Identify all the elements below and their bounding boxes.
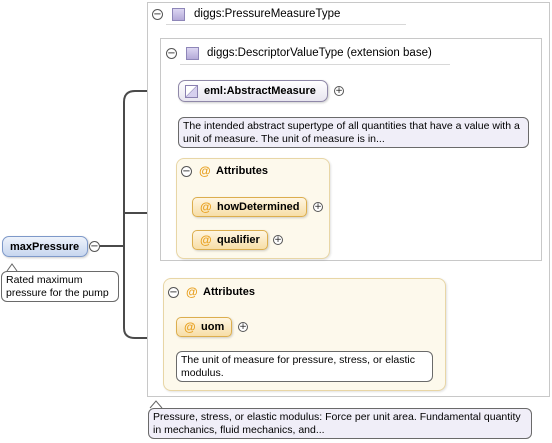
descriptor-value-type-title: diggs:DescriptorValueType (extension bas… bbox=[207, 47, 432, 59]
collapse-pressure-measure-type-toggle[interactable]: − bbox=[152, 9, 163, 20]
max-pressure-doc: Rated maximum pressure for the pump bbox=[1, 271, 119, 302]
pressure-measure-type-title: diggs:PressureMeasureType bbox=[194, 8, 341, 20]
qualifier-label: qualifier bbox=[217, 234, 260, 246]
max-pressure-label: maxPressure bbox=[10, 241, 80, 253]
pressure-measure-type-doc: Pressure, stress, or elastic modulus: Fo… bbox=[148, 408, 532, 439]
abstract-element-icon bbox=[185, 85, 198, 98]
extension-base-type-icon bbox=[186, 47, 199, 60]
uom-doc: The unit of measure for pressure, stress… bbox=[176, 351, 433, 382]
abstract-measure-label: eml:AbstractMeasure bbox=[204, 85, 316, 97]
inner-attributes-header: Attributes bbox=[216, 165, 268, 177]
expand-qualifier-toggle[interactable]: + bbox=[273, 235, 283, 245]
collapse-inner-attributes-toggle[interactable]: − bbox=[181, 166, 192, 177]
qualifier-attribute[interactable]: @ qualifier bbox=[192, 230, 268, 250]
collapse-descriptor-value-type-toggle[interactable]: − bbox=[166, 48, 177, 59]
pressure-measure-type-title-rule bbox=[166, 24, 406, 25]
inner-attributes-at-icon: @ bbox=[199, 164, 211, 178]
how-determined-attribute[interactable]: @ howDetermined bbox=[192, 197, 307, 217]
uom-label: uom bbox=[201, 321, 225, 333]
type-doc-pointer bbox=[149, 400, 163, 409]
abstract-measure-doc: The intended abstract supertype of all q… bbox=[178, 117, 529, 148]
outer-attributes-header: Attributes bbox=[203, 286, 255, 298]
collapse-outer-attributes-toggle[interactable]: − bbox=[168, 287, 179, 298]
uom-attribute[interactable]: @ uom bbox=[176, 317, 232, 337]
uom-at-icon: @ bbox=[184, 320, 196, 334]
collapse-max-pressure-toggle[interactable]: − bbox=[89, 241, 100, 252]
outer-attributes-at-icon: @ bbox=[186, 285, 198, 299]
abstract-measure-element[interactable]: eml:AbstractMeasure bbox=[178, 80, 328, 102]
qualifier-at-icon: @ bbox=[200, 233, 212, 247]
expand-how-determined-toggle[interactable]: + bbox=[313, 202, 323, 212]
descriptor-value-type-title-rule bbox=[180, 64, 450, 65]
how-determined-label: howDetermined bbox=[217, 201, 300, 213]
element-doc-pointer bbox=[6, 263, 18, 272]
max-pressure-element[interactable]: maxPressure bbox=[2, 236, 88, 257]
how-determined-at-icon: @ bbox=[200, 200, 212, 214]
expand-uom-toggle[interactable]: + bbox=[238, 322, 248, 332]
expand-abstract-measure-toggle[interactable]: + bbox=[334, 86, 344, 96]
complex-type-icon bbox=[172, 8, 185, 21]
